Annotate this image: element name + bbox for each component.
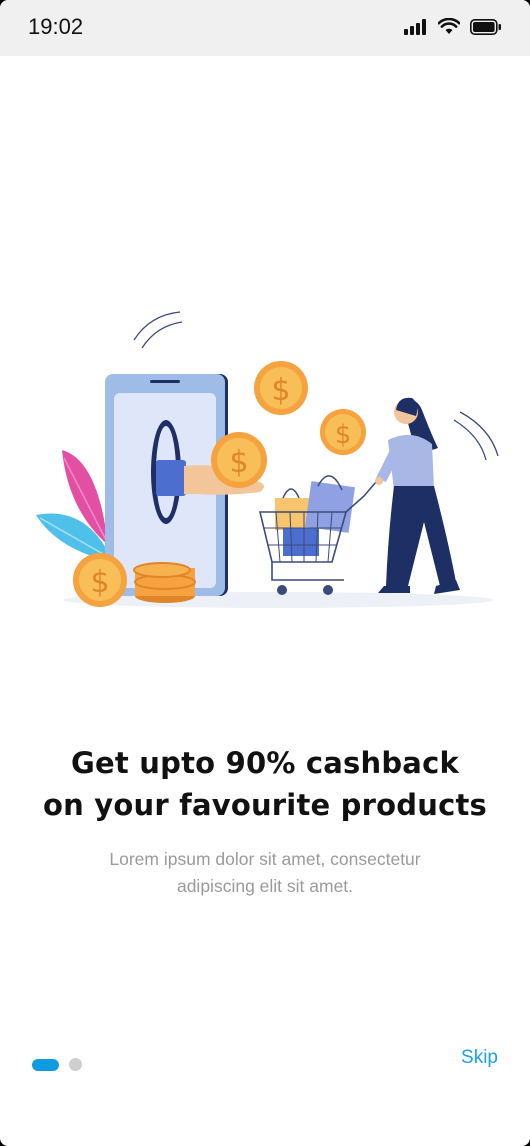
onboarding-screen: 19:02 $ $ $ $ Get upto 90% cashback on y… [0, 0, 530, 1146]
subtitle-line-1: Lorem ipsum dolor sit amet, consectetur [109, 849, 421, 869]
status-icons [404, 18, 502, 35]
page-indicator [32, 1058, 82, 1071]
status-bar: 19:02 [0, 0, 530, 56]
svg-text:$: $ [271, 373, 290, 408]
signal-icon [404, 18, 426, 35]
page-dot-active[interactable] [32, 1058, 59, 1071]
battery-icon [470, 18, 501, 35]
onboarding-title: Get upto 90% cashback on your favourite … [0, 742, 530, 826]
cashback-illustration: $ $ $ $ [36, 311, 499, 608]
svg-text:$: $ [229, 445, 248, 480]
status-time: 19:02 [28, 14, 84, 39]
page-dot[interactable] [69, 1058, 82, 1071]
subtitle-line-2: adipiscing elit sit amet. [176, 876, 354, 896]
coin-icon: $ [73, 553, 127, 607]
title-line-2: on your favourite products [43, 788, 487, 822]
onboarding-subtitle: Lorem ipsum dolor sit amet, consectetur … [0, 846, 530, 900]
title-line-1: Get upto 90% cashback [71, 746, 459, 780]
svg-text:$: $ [335, 420, 352, 450]
wifi-icon [438, 18, 460, 34]
svg-text:$: $ [90, 565, 109, 600]
skip-button[interactable]: Skip [461, 1047, 498, 1069]
